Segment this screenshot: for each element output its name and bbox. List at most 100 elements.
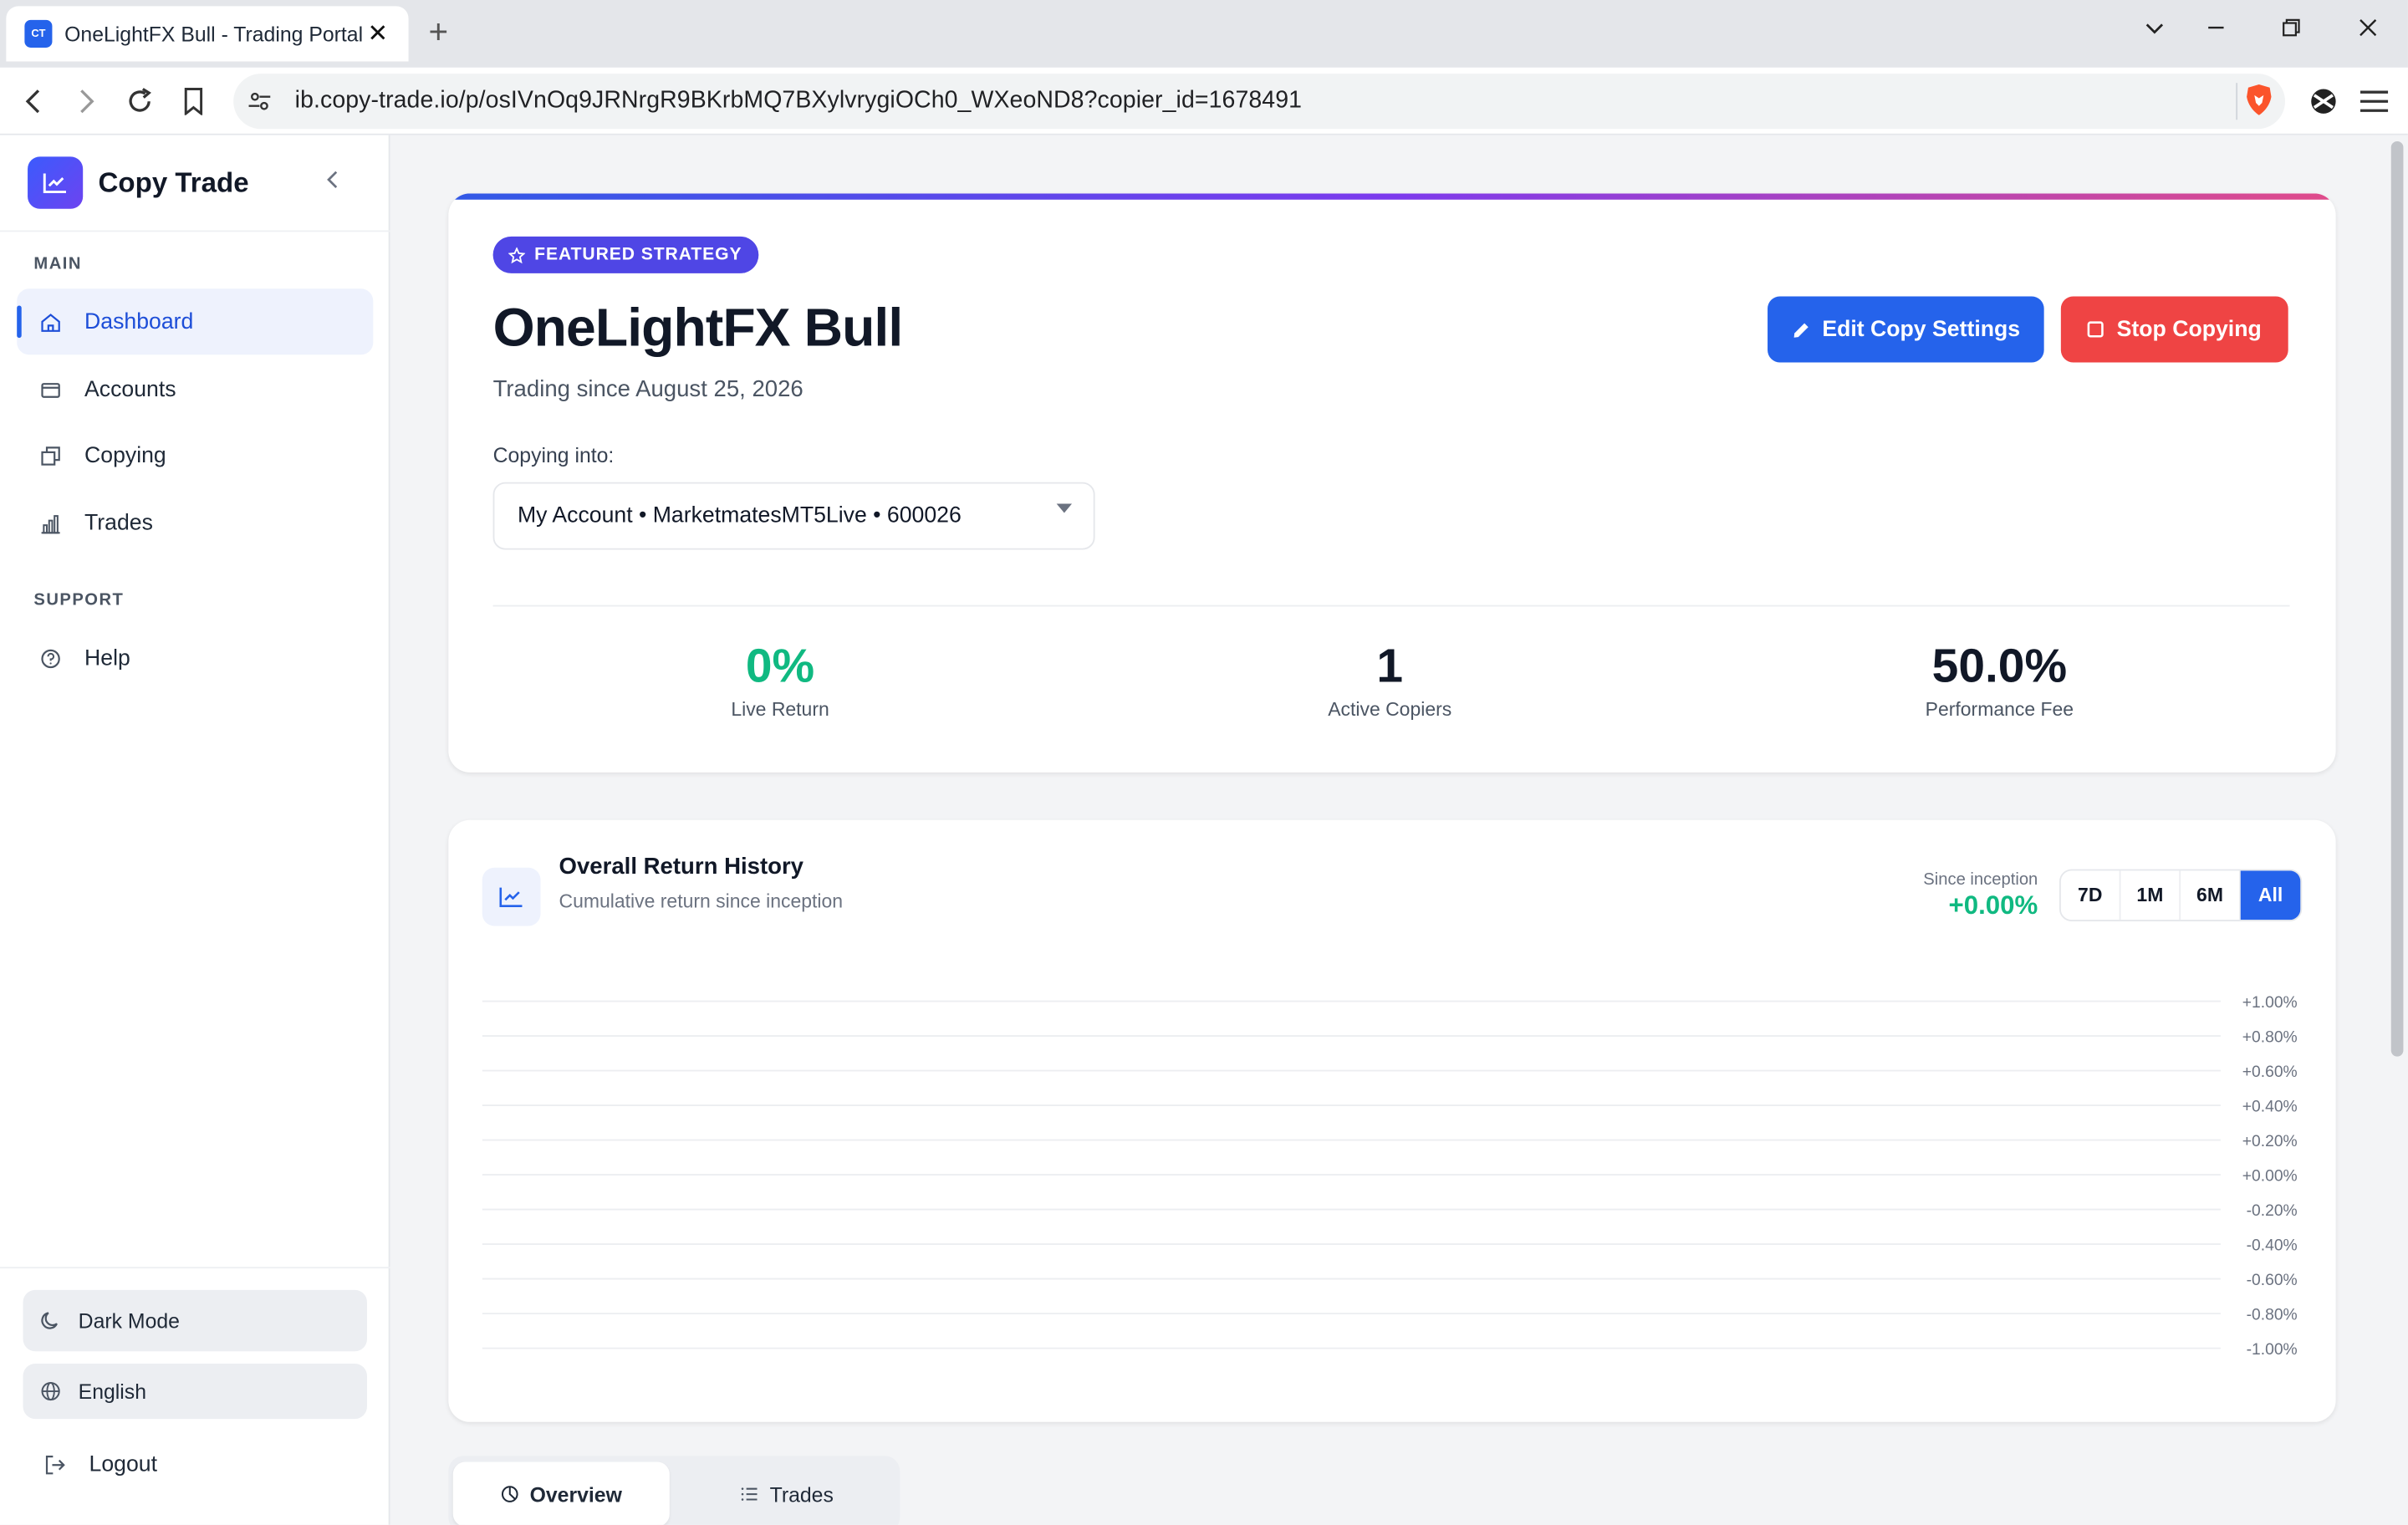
brave-shields-icon[interactable] [2236,83,2273,120]
divider [0,230,390,232]
stat-label: Active Copiers [1328,698,1452,721]
stat-value: 50.0% [1931,639,2068,693]
page-scrollbar[interactable] [2390,140,2404,1057]
sidebar-item-help[interactable]: Help [17,625,373,691]
sidebar-item-trades[interactable]: Trades [17,490,373,556]
sidebar-item-label: Help [84,645,130,671]
browser-tab-title: OneLightFX Bull - Trading Portal [64,22,363,46]
sidebar: Copy Trade MAIN Dashboard Accounts Copyi… [0,135,390,1525]
chevron-down-icon [1056,503,1073,513]
stop-copying-button[interactable]: Stop Copying [2060,296,2288,363]
stat-performance-fee: 50.0% Performance Fee [1769,639,2230,720]
stat-active-copiers: 1 Active Copiers [1160,639,1620,720]
back-icon[interactable] [14,81,54,121]
help-circle-icon [38,645,63,670]
section-main-label: MAIN [33,254,82,273]
brand[interactable]: Copy Trade [28,156,249,209]
y-tick-label: +0.00% [2242,1167,2298,1185]
trading-since: Trading since August 25, 2026 [492,375,804,403]
y-tick-label: +0.60% [2242,1063,2298,1081]
trend-logo-icon [28,156,84,209]
stat-label: Performance Fee [1925,698,2074,721]
logout-button[interactable]: Logout [43,1453,157,1477]
strategy-name: OneLightFX Bull [492,298,904,358]
since-inception-label: Since inception [1923,870,2038,890]
restore-icon[interactable] [2273,14,2309,51]
selected-account: My Account • MarketmatesMT5Live • 600026 [517,503,962,528]
tab-trades[interactable]: Trades [679,1462,895,1525]
range-all-button[interactable]: All [2240,870,2301,921]
wallet-extension-icon[interactable] [2303,81,2344,121]
forward-icon[interactable] [66,81,106,121]
chart-title: Overall Return History [559,854,804,880]
tab-overview[interactable]: Overview [452,1461,670,1525]
browser-nav-bar: ib.copy-trade.io/p/osIVnOq9JRNrgR9BKrbMQ… [0,67,2408,135]
stop-icon [2088,321,2104,338]
minimize-icon[interactable] [2197,14,2234,51]
pencil-icon [1792,320,1810,339]
y-tick-label: -0.40% [2247,1237,2298,1254]
strategy-card: FEATURED STRATEGY OneLightFX Bull Tradin… [448,193,2336,773]
featured-badge: FEATURED STRATEGY [492,236,759,273]
y-tick-label: +1.00% [2242,994,2298,1012]
edit-copy-settings-button[interactable]: Edit Copy Settings [1768,296,2044,363]
section-support-label: SUPPORT [33,591,125,610]
new-tab-icon[interactable]: + [428,13,448,51]
language-selector[interactable]: English [23,1363,367,1420]
gradient-accent-bar [448,193,2336,200]
y-tick-label: -0.20% [2247,1202,2298,1220]
globe-icon [38,1379,63,1403]
collapse-sidebar-icon[interactable] [325,169,340,193]
y-tick-label: +0.20% [2242,1133,2298,1150]
range-1m-button[interactable]: 1M [2120,870,2181,921]
dark-mode-toggle[interactable]: Dark Mode [23,1289,367,1352]
tab-label: Overview [529,1482,622,1506]
y-tick-label: -1.00% [2247,1341,2298,1359]
close-window-icon[interactable] [2349,14,2386,51]
copying-into-label: Copying into: [492,443,615,467]
sidebar-item-label: Copying [84,442,166,468]
stop-copying-label: Stop Copying [2116,317,2262,342]
y-tick-label: +0.80% [2242,1028,2298,1046]
sidebar-item-label: Dashboard [84,309,194,334]
line-chart-icon [482,867,541,926]
y-tick-label: -0.80% [2247,1306,2298,1324]
badge-label: FEATURED STRATEGY [534,245,742,264]
divider [0,1267,390,1269]
address-bar[interactable]: ib.copy-trade.io/p/osIVnOq9JRNrgR9BKrbMQ… [233,74,2286,130]
logout-icon [43,1454,67,1476]
stat-value: 0% [745,639,815,693]
range-7d-button[interactable]: 7D [2061,870,2121,921]
home-icon [38,309,63,334]
y-tick-label: -0.60% [2247,1272,2298,1289]
bar-chart-icon [38,511,63,535]
logout-label: Logout [89,1452,158,1477]
since-inception-value: +0.00% [1948,890,2038,921]
sidebar-item-copying[interactable]: Copying [17,422,373,488]
sidebar-item-accounts[interactable]: Accounts [17,356,373,422]
range-selector: 7D 1M 6M All [2059,869,2303,922]
bookmark-icon[interactable] [174,81,214,121]
return-chart: +1.00% +0.80% +0.60% +0.40% +0.20% +0.00% -0.2… [482,994,2298,1359]
wallet-icon [38,377,63,401]
return-history-card: Overall Return History Cumulative return… [448,819,2336,1422]
y-tick-label: +0.40% [2242,1098,2298,1115]
close-tab-icon[interactable]: ✕ [362,18,393,49]
range-6m-button[interactable]: 6M [2181,870,2241,921]
sidebar-item-dashboard[interactable]: Dashboard [17,288,374,355]
sidebar-item-label: Accounts [84,376,176,402]
browser-tab[interactable]: CT OneLightFX Bull - Trading Portal ✕ [6,6,409,62]
brand-name: Copy Trade [98,166,249,198]
url-text[interactable]: ib.copy-trade.io/p/osIVnOq9JRNrgR9BKrbMQ… [295,88,1302,115]
tab-search-icon[interactable] [2136,14,2173,51]
site-settings-icon[interactable] [246,88,273,115]
copy-account-select[interactable]: My Account • MarketmatesMT5Live • 600026 [492,482,1095,550]
reload-icon[interactable] [120,81,160,121]
stat-live-return: 0% Live Return [550,639,1011,720]
stat-label: Live Return [731,698,829,721]
tab-label: Trades [769,1482,834,1506]
browser-tab-bar: CT OneLightFX Bull - Trading Portal ✕ + [0,0,2408,68]
menu-icon[interactable] [2354,81,2395,121]
stat-value: 1 [1376,639,1404,693]
language-label: English [78,1380,147,1403]
